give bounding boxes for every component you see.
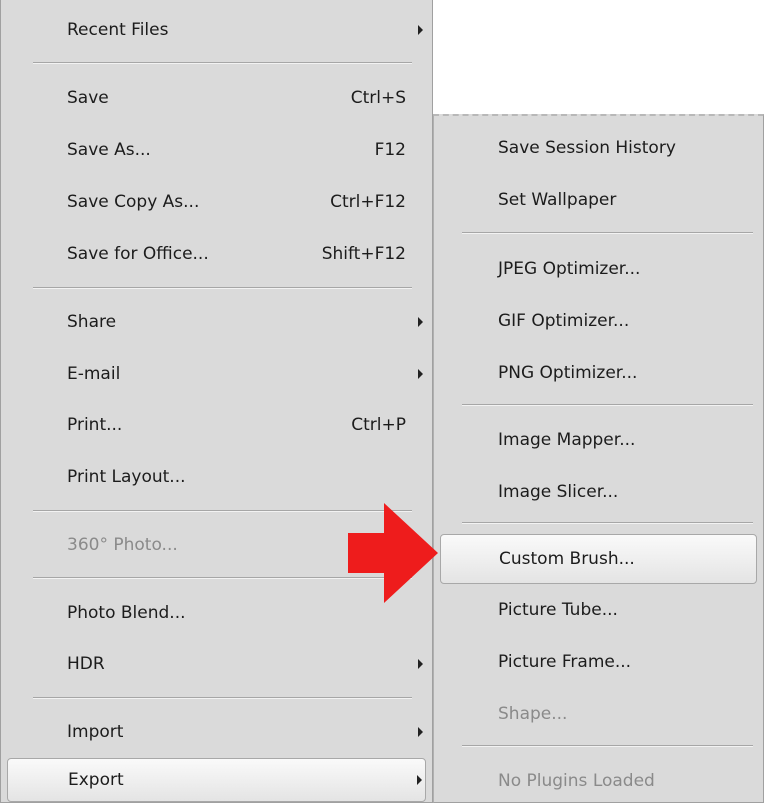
menu-separator [462, 232, 753, 234]
menu-item-save[interactable]: Save Ctrl+S [7, 74, 426, 122]
menu-item-label: Picture Frame... [498, 652, 632, 672]
submenu-arrow-icon [418, 659, 423, 669]
menu-item-save-for-office[interactable]: Save for Office... Shift+F12 [7, 230, 426, 278]
submenu-arrow-icon [418, 369, 423, 379]
menu-item-custom-brush[interactable]: Custom Brush... [440, 534, 757, 584]
menu-item-label: Set Wallpaper [498, 190, 617, 210]
menu-item-label: Photo Blend... [67, 603, 186, 623]
menu-item-set-wallpaper[interactable]: Set Wallpaper [440, 176, 757, 224]
shortcut-text: Ctrl+S [350, 88, 406, 108]
menu-item-picture-frame[interactable]: Picture Frame... [440, 638, 757, 686]
menu-item-label: Print... [67, 415, 123, 435]
menu-item-gif-optimizer[interactable]: GIF Optimizer... [440, 297, 757, 345]
shortcut-text: F12 [374, 140, 406, 160]
export-submenu: Save Session History Set Wallpaper JPEG … [433, 114, 764, 803]
menu-item-save-as[interactable]: Save As... F12 [7, 126, 426, 174]
shortcut-text: Ctrl+F12 [330, 192, 406, 212]
menu-item-label: Save Copy As... [67, 192, 200, 212]
menu-item-no-plugins-loaded: No Plugins Loaded [440, 757, 757, 805]
menu-separator [462, 745, 753, 747]
menu-item-recent-files[interactable]: Recent Files [7, 6, 426, 54]
menu-item-label: No Plugins Loaded [498, 771, 655, 791]
menu-separator [462, 522, 753, 524]
menu-item-picture-tube[interactable]: Picture Tube... [440, 586, 757, 634]
submenu-arrow-icon [418, 25, 423, 35]
menu-item-label: HDR [67, 654, 105, 674]
menu-item-label: Recent Files [67, 20, 169, 40]
menu-item-label: Custom Brush... [499, 549, 635, 569]
menu-item-export[interactable]: Export [7, 758, 426, 802]
menu-item-label: Picture Tube... [498, 600, 618, 620]
menu-separator [462, 404, 753, 406]
menu-separator [33, 697, 412, 699]
file-menu: Recent Files Save Ctrl+S Save As... F12 … [0, 0, 433, 803]
menu-item-save-session-history[interactable]: Save Session History [440, 124, 757, 172]
menu-item-label: E-mail [67, 364, 121, 384]
menu-item-label: Print Layout... [67, 467, 186, 487]
menu-separator [33, 62, 412, 64]
shortcut-text: Ctrl+P [351, 415, 406, 435]
menu-item-label: Save As... [67, 140, 151, 160]
menu-item-label: PNG Optimizer... [498, 363, 638, 383]
menu-item-label: Image Slicer... [498, 482, 619, 502]
menu-item-png-optimizer[interactable]: PNG Optimizer... [440, 349, 757, 397]
submenu-arrow-icon [418, 727, 423, 737]
submenu-arrow-icon [418, 317, 423, 327]
menu-item-label: Image Mapper... [498, 430, 636, 450]
submenu-arrow-icon [417, 775, 422, 785]
menu-item-label: JPEG Optimizer... [498, 259, 641, 279]
menu-item-image-mapper[interactable]: Image Mapper... [440, 416, 757, 464]
menu-item-jpeg-optimizer[interactable]: JPEG Optimizer... [440, 245, 757, 293]
menu-item-print-layout[interactable]: Print Layout... [7, 453, 426, 501]
menu-item-hdr[interactable]: HDR [7, 640, 426, 688]
menu-item-label: GIF Optimizer... [498, 311, 630, 331]
menu-item-label: Save Session History [498, 138, 676, 158]
menu-item-label: 360° Photo... [67, 535, 178, 555]
menu-item-print[interactable]: Print... Ctrl+P [7, 401, 426, 449]
menu-item-save-copy-as[interactable]: Save Copy As... Ctrl+F12 [7, 178, 426, 226]
menu-item-share[interactable]: Share [7, 298, 426, 346]
menu-item-label: Save for Office... [67, 244, 209, 264]
red-pointer-arrow [348, 503, 438, 603]
shortcut-text: Shift+F12 [321, 244, 406, 264]
menu-item-import[interactable]: Import [7, 708, 426, 756]
menu-item-label: Save [67, 88, 109, 108]
menu-item-label: Shape... [498, 704, 568, 724]
menu-item-label: Share [67, 312, 117, 332]
red-pointer-arrow-shape [348, 503, 438, 603]
menu-item-label: Import [67, 722, 124, 742]
menu-separator [33, 287, 412, 289]
menu-item-image-slicer[interactable]: Image Slicer... [440, 468, 757, 516]
menu-item-email[interactable]: E-mail [7, 350, 426, 398]
menu-item-label: Export [68, 770, 124, 790]
menu-item-shape: Shape... [440, 690, 757, 738]
